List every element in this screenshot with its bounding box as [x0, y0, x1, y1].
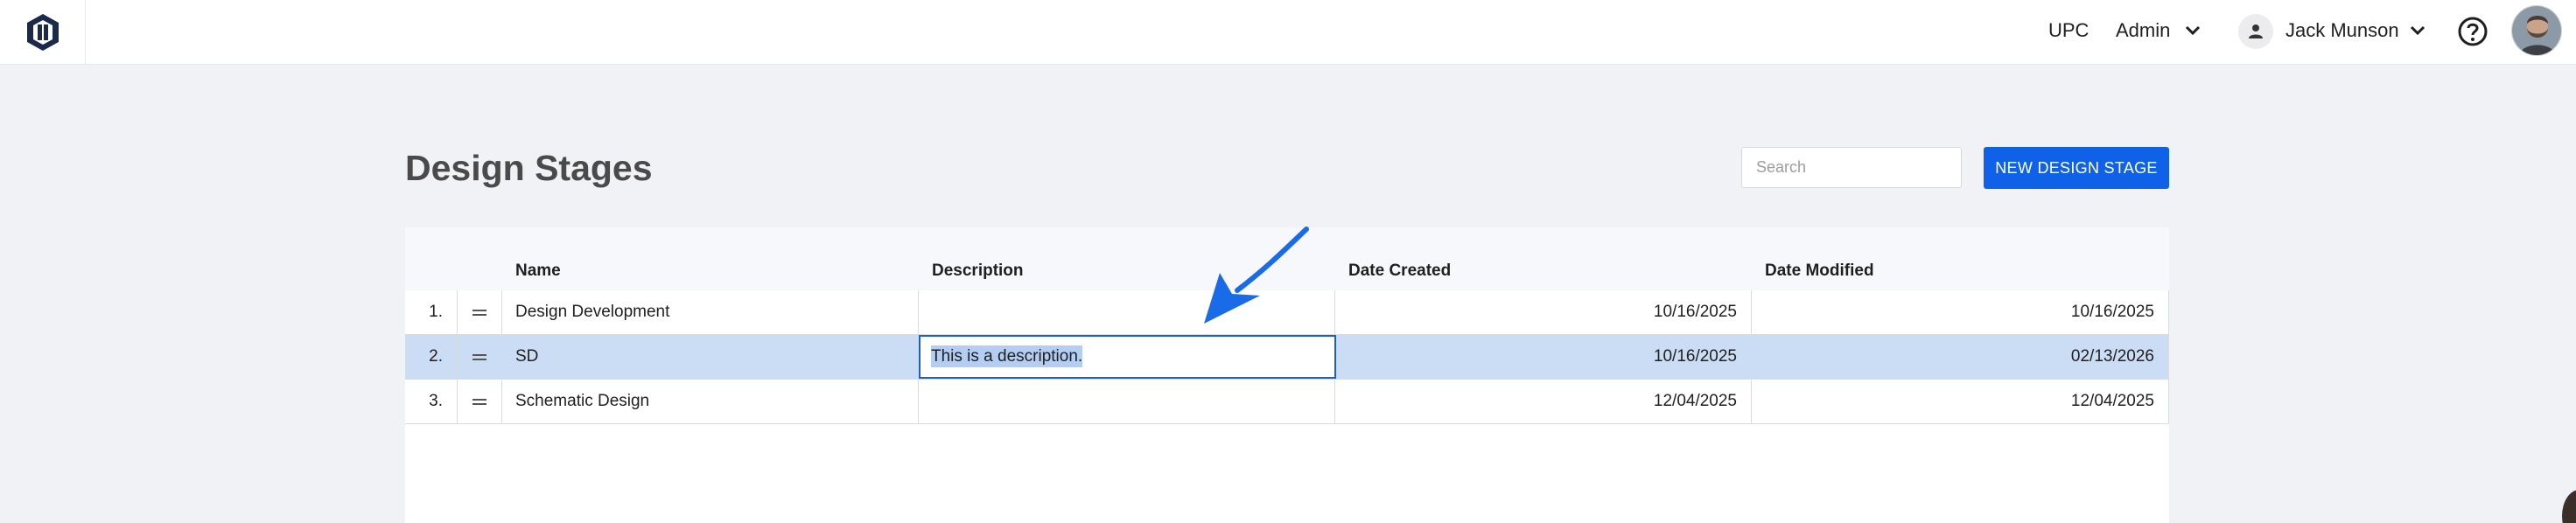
- row-name[interactable]: Schematic Design: [502, 380, 919, 423]
- profile-photo: [2512, 6, 2561, 55]
- annotation-arrow-icon: [1204, 227, 1309, 324]
- chevron-down-icon[interactable]: [2183, 21, 2202, 40]
- drag-handle[interactable]: [458, 290, 502, 334]
- admin-menu[interactable]: Admin: [2116, 19, 2170, 42]
- table-row-selected[interactable]: 2. SD This is a description. 10/16/2025 …: [405, 335, 2169, 380]
- description-edit-text[interactable]: This is a description.: [931, 345, 1083, 367]
- new-design-stage-button[interactable]: NEW DESIGN STAGE: [1984, 147, 2169, 189]
- row-date-modified: 02/13/2026: [1752, 335, 2169, 379]
- page-title: Design Stages: [405, 148, 653, 188]
- drag-handle-icon: [472, 352, 486, 363]
- row-date-created: 10/16/2025: [1335, 290, 1752, 334]
- description-edit-field[interactable]: This is a description.: [919, 335, 1336, 379]
- row-date-created: 10/16/2025: [1335, 335, 1752, 379]
- table-row[interactable]: 3. Schematic Design 12/04/2025 12/04/202…: [405, 380, 2169, 424]
- help-icon[interactable]: [2457, 16, 2488, 47]
- column-header-description[interactable]: Description: [932, 261, 1024, 282]
- overlay-bubble-edge: [2562, 490, 2576, 523]
- column-header-name[interactable]: Name: [515, 261, 561, 282]
- search-input[interactable]: [1741, 147, 1962, 188]
- row-description[interactable]: [919, 380, 1335, 423]
- row-date-modified: 10/16/2025: [1752, 290, 2169, 334]
- column-header-date-modified[interactable]: Date Modified: [1765, 261, 1874, 282]
- app-logo-icon: [26, 14, 59, 51]
- user-menu-avatar[interactable]: [2238, 14, 2273, 49]
- row-name[interactable]: SD: [502, 335, 919, 379]
- drag-handle-icon: [472, 396, 486, 408]
- row-number: 2.: [405, 335, 458, 379]
- drag-handle-icon: [472, 307, 486, 318]
- column-header-date-created[interactable]: Date Created: [1348, 261, 1451, 282]
- row-number: 1.: [405, 290, 458, 334]
- chevron-down-icon[interactable]: [2408, 21, 2427, 40]
- app-logo[interactable]: [0, 0, 86, 65]
- user-menu[interactable]: Jack Munson: [2286, 19, 2399, 42]
- row-name[interactable]: Design Development: [502, 290, 919, 334]
- drag-handle[interactable]: [458, 335, 502, 379]
- user-icon: [2249, 24, 2263, 38]
- row-date-created: 12/04/2025: [1335, 380, 1752, 423]
- row-date-modified: 12/04/2025: [1752, 380, 2169, 423]
- avatar[interactable]: [2511, 5, 2562, 56]
- top-bar: UPC Admin Jack Munson: [0, 0, 2576, 65]
- org-switcher[interactable]: UPC: [2048, 19, 2089, 42]
- drag-handle[interactable]: [458, 380, 502, 423]
- row-number: 3.: [405, 380, 458, 423]
